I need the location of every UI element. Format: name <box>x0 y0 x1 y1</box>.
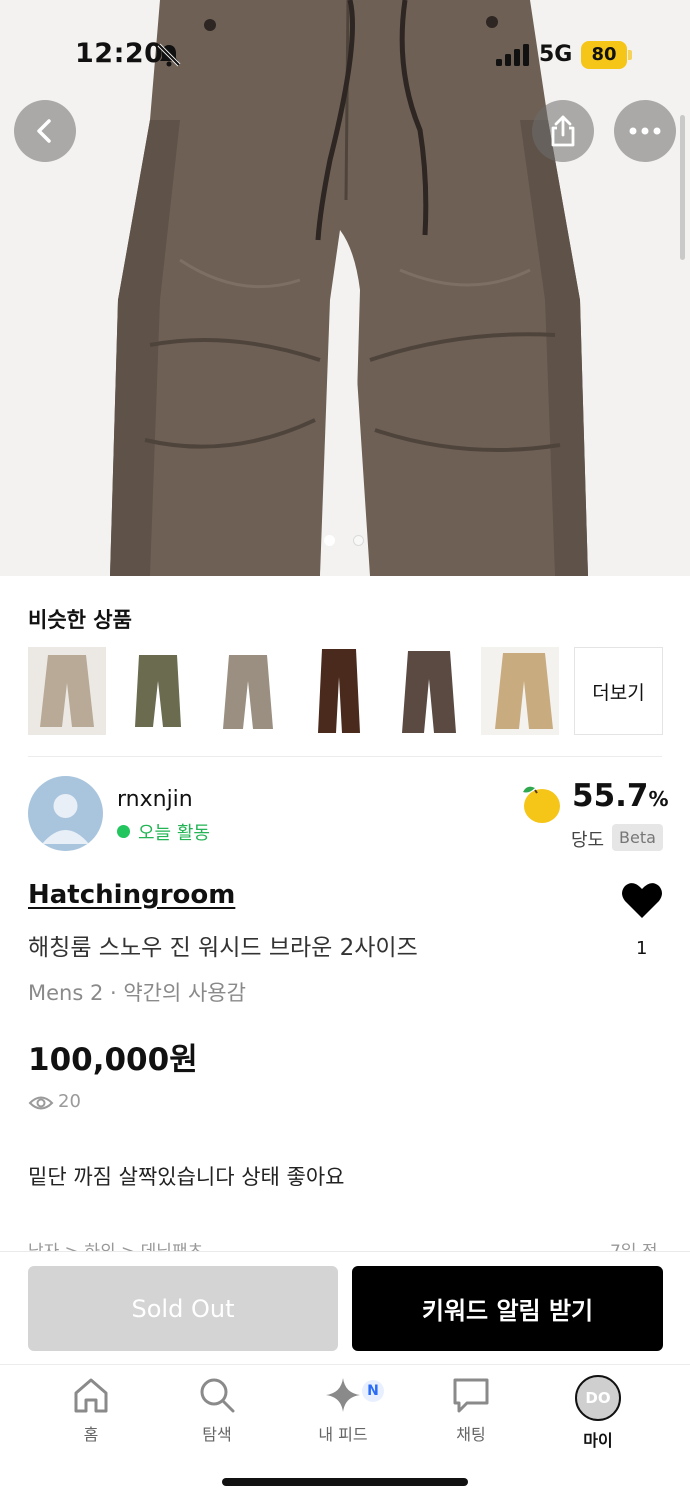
product-thumbnail <box>28 647 106 735</box>
my-avatar: DO <box>575 1375 621 1421</box>
similar-products-title: 비슷한 상품 <box>28 608 132 632</box>
battery-tip <box>628 50 632 60</box>
divider <box>28 756 662 757</box>
product-subtitle: Mens 2 · 약간의 사용감 <box>28 981 246 1005</box>
product-thumbnail <box>480 647 559 735</box>
seller-name[interactable]: rnxnjin <box>117 787 193 812</box>
sold-out-button[interactable]: Sold Out <box>28 1266 338 1351</box>
pagination-dot-active[interactable] <box>324 535 335 546</box>
posted-time: 7일 전 <box>610 1237 658 1251</box>
pagination-dot[interactable] <box>353 535 364 546</box>
online-status-dot <box>117 825 130 838</box>
chevron-left-icon <box>37 119 51 143</box>
search-icon <box>200 1378 235 1413</box>
bell-off-icon <box>157 43 181 67</box>
nav-label-explore: 탐색 <box>202 1425 232 1444</box>
product-title: 해칭룸 스노우 진 워시드 브라운 2사이즈 <box>28 935 418 961</box>
eye-icon <box>28 1096 54 1110</box>
product-thumbnail <box>299 647 378 735</box>
similar-product-thumb[interactable] <box>480 647 559 735</box>
product-price: 100,000원 <box>28 1042 198 1078</box>
similar-product-thumb[interactable] <box>299 647 378 735</box>
product-category[interactable]: 남자 > 하의 > 데님팬츠 <box>28 1237 203 1251</box>
status-bar: 12:20 5G 80 <box>0 0 690 110</box>
seller-avatar[interactable] <box>28 776 103 851</box>
brand-link[interactable]: Hatchingroom <box>28 880 235 910</box>
nav-label-chat: 채팅 <box>456 1425 486 1444</box>
more-options-button[interactable] <box>614 100 676 162</box>
nav-item-my[interactable]: DO 마이 <box>543 1375 653 1451</box>
seller-activity: 오늘 활동 <box>138 823 210 844</box>
product-thumbnail <box>209 647 287 735</box>
similar-product-thumb[interactable] <box>209 647 287 735</box>
similar-product-thumb[interactable] <box>28 647 106 735</box>
status-time: 12:20 <box>75 38 164 69</box>
home-indicator <box>222 1478 468 1486</box>
like-count: 1 <box>636 938 648 959</box>
gallery-pagination <box>324 535 364 546</box>
share-icon <box>551 115 575 147</box>
home-icon <box>74 1378 108 1413</box>
scroll-indicator <box>680 115 685 260</box>
signal-icon <box>496 44 529 66</box>
battery-level: 80 <box>581 41 627 69</box>
seller-score-unit: % <box>648 787 669 811</box>
more-similar-button[interactable]: 더보기 <box>574 647 663 735</box>
product-description: 밑단 까짐 살짝있습니다 상태 좋아요 <box>28 1165 345 1189</box>
avatar-icon <box>42 794 89 844</box>
nav-label-my: 마이 <box>583 1431 613 1450</box>
nav-item-home[interactable]: 홈 <box>36 1375 146 1445</box>
seller-score: 55.7% <box>572 778 669 814</box>
product-thumbnail <box>390 647 468 735</box>
similar-products-list <box>28 647 571 735</box>
chat-icon <box>453 1378 489 1413</box>
share-button[interactable] <box>532 100 594 162</box>
seller-score-value: 55.7 <box>572 778 649 814</box>
new-badge: N <box>362 1380 384 1402</box>
nav-item-explore[interactable]: 탐색 <box>162 1375 272 1445</box>
keyword-alert-button[interactable]: 키워드 알림 받기 <box>352 1266 663 1351</box>
nav-label-home: 홈 <box>83 1425 99 1444</box>
nav-item-chat[interactable]: 채팅 <box>416 1375 526 1445</box>
view-count: 20 <box>58 1091 81 1112</box>
action-bar: Sold Out 키워드 알림 받기 <box>0 1251 690 1364</box>
similar-product-thumb[interactable] <box>118 647 197 735</box>
product-thumbnail <box>118 647 197 735</box>
seller-score-label: 당도 <box>571 830 605 851</box>
heart-icon[interactable] <box>621 880 663 920</box>
more-icon <box>629 127 661 135</box>
sparkle-icon <box>326 1378 360 1412</box>
nav-label-feed: 내 피드 <box>318 1425 368 1444</box>
similar-product-thumb[interactable] <box>390 647 468 735</box>
network-type: 5G <box>539 42 573 67</box>
lemon-icon <box>523 786 560 823</box>
beta-badge: Beta <box>612 824 663 851</box>
back-button[interactable] <box>14 100 76 162</box>
